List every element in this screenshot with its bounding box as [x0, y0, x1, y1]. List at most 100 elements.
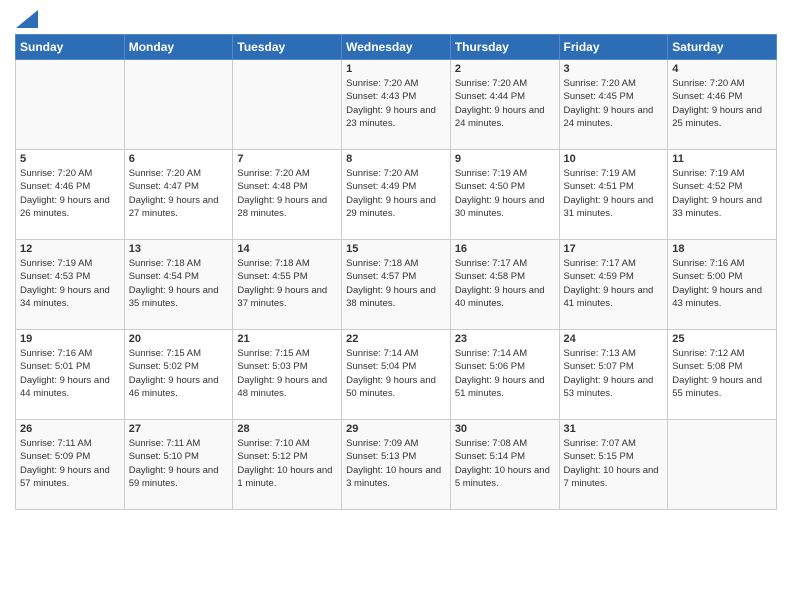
- day-number: 25: [672, 333, 772, 345]
- cell-info: Sunrise: 7:20 AM Sunset: 4:46 PM Dayligh…: [672, 77, 772, 130]
- header: [15, 10, 777, 28]
- calendar-cell: 15 Sunrise: 7:18 AM Sunset: 4:57 PM Dayli…: [342, 240, 451, 330]
- calendar-cell: 28 Sunrise: 7:10 AM Sunset: 5:12 PM Dayli…: [233, 420, 342, 510]
- calendar-cell: 23 Sunrise: 7:14 AM Sunset: 5:06 PM Dayli…: [450, 330, 559, 420]
- week-row-3: 12 Sunrise: 7:19 AM Sunset: 4:53 PM Dayli…: [16, 240, 777, 330]
- cell-info: Sunrise: 7:07 AM Sunset: 5:15 PM Dayligh…: [564, 437, 664, 490]
- calendar-cell: 10 Sunrise: 7:19 AM Sunset: 4:51 PM Dayli…: [559, 150, 668, 240]
- calendar-cell: 22Sunrise: 7:14 AM Sunset: 5:04 PM Dayli…: [342, 330, 451, 420]
- day-number: 14: [237, 243, 337, 255]
- cell-info: Sunrise: 7:15 AM Sunset: 5:03 PM Dayligh…: [237, 347, 337, 400]
- calendar-cell: 25 Sunrise: 7:12 AM Sunset: 5:08 PM Dayli…: [668, 330, 777, 420]
- cell-info: Sunrise: 7:10 AM Sunset: 5:12 PM Dayligh…: [237, 437, 337, 490]
- day-number: 19: [20, 333, 120, 345]
- day-number: 22: [346, 333, 446, 345]
- calendar-cell: [124, 60, 233, 150]
- day-number: 6: [129, 153, 229, 165]
- calendar-cell: [668, 420, 777, 510]
- calendar-cell: 13 Sunrise: 7:18 AM Sunset: 4:54 PM Dayli…: [124, 240, 233, 330]
- day-header-monday: Monday: [124, 35, 233, 60]
- calendar-cell: 27 Sunrise: 7:11 AM Sunset: 5:10 PM Dayli…: [124, 420, 233, 510]
- calendar-cell: [16, 60, 125, 150]
- calendar-cell: 17 Sunrise: 7:17 AM Sunset: 4:59 PM Dayli…: [559, 240, 668, 330]
- week-row-2: 5 Sunrise: 7:20 AM Sunset: 4:46 PM Daylig…: [16, 150, 777, 240]
- day-header-thursday: Thursday: [450, 35, 559, 60]
- day-number: 8: [346, 153, 446, 165]
- calendar-cell: 12 Sunrise: 7:19 AM Sunset: 4:53 PM Dayli…: [16, 240, 125, 330]
- page: SundayMondayTuesdayWednesdayThursdayFrid…: [0, 0, 792, 612]
- cell-info: Sunrise: 7:17 AM Sunset: 4:59 PM Dayligh…: [564, 257, 664, 310]
- day-number: 29: [346, 423, 446, 435]
- day-number: 9: [455, 153, 555, 165]
- cell-info: Sunrise: 7:19 AM Sunset: 4:50 PM Dayligh…: [455, 167, 555, 220]
- day-header-sunday: Sunday: [16, 35, 125, 60]
- day-header-wednesday: Wednesday: [342, 35, 451, 60]
- calendar-cell: 3 Sunrise: 7:20 AM Sunset: 4:45 PM Daylig…: [559, 60, 668, 150]
- calendar-cell: 5 Sunrise: 7:20 AM Sunset: 4:46 PM Daylig…: [16, 150, 125, 240]
- cell-info: Sunrise: 7:17 AM Sunset: 4:58 PM Dayligh…: [455, 257, 555, 310]
- logo-icon: [16, 10, 38, 28]
- calendar-cell: 29Sunrise: 7:09 AM Sunset: 5:13 PM Dayli…: [342, 420, 451, 510]
- day-number: 30: [455, 423, 555, 435]
- cell-info: Sunrise: 7:20 AM Sunset: 4:43 PM Dayligh…: [346, 77, 446, 130]
- day-header-friday: Friday: [559, 35, 668, 60]
- day-number: 7: [237, 153, 337, 165]
- cell-info: Sunrise: 7:16 AM Sunset: 5:01 PM Dayligh…: [20, 347, 120, 400]
- calendar-cell: 6 Sunrise: 7:20 AM Sunset: 4:47 PM Daylig…: [124, 150, 233, 240]
- day-number: 10: [564, 153, 664, 165]
- day-header-saturday: Saturday: [668, 35, 777, 60]
- calendar-cell: 2Sunrise: 7:20 AM Sunset: 4:44 PM Daylig…: [450, 60, 559, 150]
- calendar-cell: 11 Sunrise: 7:19 AM Sunset: 4:52 PM Dayli…: [668, 150, 777, 240]
- cell-info: Sunrise: 7:20 AM Sunset: 4:46 PM Dayligh…: [20, 167, 120, 220]
- calendar-cell: 30 Sunrise: 7:08 AM Sunset: 5:14 PM Dayli…: [450, 420, 559, 510]
- cell-info: Sunrise: 7:08 AM Sunset: 5:14 PM Dayligh…: [455, 437, 555, 490]
- day-number: 11: [672, 153, 772, 165]
- day-number: 17: [564, 243, 664, 255]
- header-row: SundayMondayTuesdayWednesdayThursdayFrid…: [16, 35, 777, 60]
- day-number: 28: [237, 423, 337, 435]
- day-number: 26: [20, 423, 120, 435]
- cell-info: Sunrise: 7:15 AM Sunset: 5:02 PM Dayligh…: [129, 347, 229, 400]
- day-header-tuesday: Tuesday: [233, 35, 342, 60]
- day-number: 24: [564, 333, 664, 345]
- week-row-4: 19 Sunrise: 7:16 AM Sunset: 5:01 PM Dayli…: [16, 330, 777, 420]
- day-number: 13: [129, 243, 229, 255]
- day-number: 12: [20, 243, 120, 255]
- day-number: 3: [564, 63, 664, 75]
- calendar-table: SundayMondayTuesdayWednesdayThursdayFrid…: [15, 34, 777, 510]
- cell-info: Sunrise: 7:19 AM Sunset: 4:51 PM Dayligh…: [564, 167, 664, 220]
- cell-info: Sunrise: 7:11 AM Sunset: 5:09 PM Dayligh…: [20, 437, 120, 490]
- cell-info: Sunrise: 7:11 AM Sunset: 5:10 PM Dayligh…: [129, 437, 229, 490]
- calendar-cell: 26 Sunrise: 7:11 AM Sunset: 5:09 PM Dayli…: [16, 420, 125, 510]
- cell-info: Sunrise: 7:20 AM Sunset: 4:47 PM Dayligh…: [129, 167, 229, 220]
- calendar-cell: 14Sunrise: 7:18 AM Sunset: 4:55 PM Dayli…: [233, 240, 342, 330]
- cell-info: Sunrise: 7:20 AM Sunset: 4:49 PM Dayligh…: [346, 167, 446, 220]
- day-number: 20: [129, 333, 229, 345]
- day-number: 16: [455, 243, 555, 255]
- cell-info: Sunrise: 7:19 AM Sunset: 4:53 PM Dayligh…: [20, 257, 120, 310]
- calendar-cell: 7Sunrise: 7:20 AM Sunset: 4:48 PM Daylig…: [233, 150, 342, 240]
- cell-info: Sunrise: 7:20 AM Sunset: 4:45 PM Dayligh…: [564, 77, 664, 130]
- calendar-cell: 18 Sunrise: 7:16 AM Sunset: 5:00 PM Dayli…: [668, 240, 777, 330]
- calendar-cell: 19 Sunrise: 7:16 AM Sunset: 5:01 PM Dayli…: [16, 330, 125, 420]
- calendar-cell: [233, 60, 342, 150]
- cell-info: Sunrise: 7:13 AM Sunset: 5:07 PM Dayligh…: [564, 347, 664, 400]
- cell-info: Sunrise: 7:19 AM Sunset: 4:52 PM Dayligh…: [672, 167, 772, 220]
- cell-info: Sunrise: 7:20 AM Sunset: 4:44 PM Dayligh…: [455, 77, 555, 130]
- calendar-cell: 24 Sunrise: 7:13 AM Sunset: 5:07 PM Dayli…: [559, 330, 668, 420]
- cell-info: Sunrise: 7:18 AM Sunset: 4:54 PM Dayligh…: [129, 257, 229, 310]
- calendar-cell: 20 Sunrise: 7:15 AM Sunset: 5:02 PM Dayli…: [124, 330, 233, 420]
- calendar-cell: 8 Sunrise: 7:20 AM Sunset: 4:49 PM Daylig…: [342, 150, 451, 240]
- cell-info: Sunrise: 7:12 AM Sunset: 5:08 PM Dayligh…: [672, 347, 772, 400]
- logo: [15, 10, 38, 28]
- cell-info: Sunrise: 7:18 AM Sunset: 4:57 PM Dayligh…: [346, 257, 446, 310]
- cell-info: Sunrise: 7:14 AM Sunset: 5:06 PM Dayligh…: [455, 347, 555, 400]
- cell-info: Sunrise: 7:16 AM Sunset: 5:00 PM Dayligh…: [672, 257, 772, 310]
- calendar-cell: 31Sunrise: 7:07 AM Sunset: 5:15 PM Dayli…: [559, 420, 668, 510]
- day-number: 1: [346, 63, 446, 75]
- day-number: 23: [455, 333, 555, 345]
- day-number: 15: [346, 243, 446, 255]
- day-number: 27: [129, 423, 229, 435]
- day-number: 5: [20, 153, 120, 165]
- day-number: 18: [672, 243, 772, 255]
